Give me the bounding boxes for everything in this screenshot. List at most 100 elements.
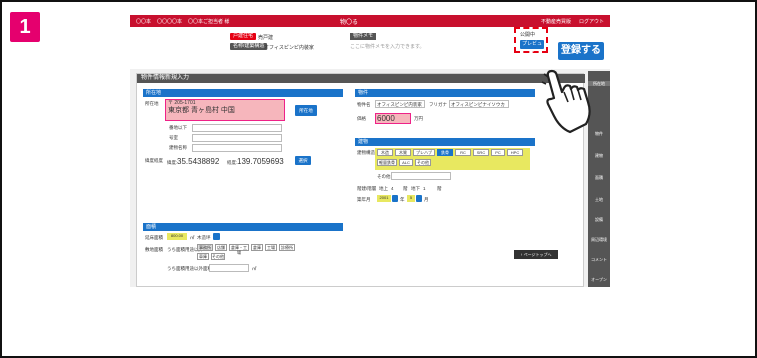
sidebar-item-area[interactable]: 面積 bbox=[588, 175, 610, 180]
below-value[interactable]: 1 bbox=[423, 186, 426, 191]
use-chip[interactable]: 事務所 bbox=[197, 244, 213, 251]
structure-chip[interactable]: その他 bbox=[415, 159, 431, 166]
other-area-input[interactable] bbox=[209, 264, 249, 272]
built-label: 築年月 bbox=[357, 197, 371, 202]
above-label: 地上 bbox=[379, 186, 388, 191]
use-chip[interactable]: 工場 bbox=[265, 244, 277, 251]
price-value: 6000 bbox=[377, 114, 395, 123]
area-unit: ㎡ bbox=[190, 235, 195, 240]
address-text: 東京都 青ヶ島村 中国 bbox=[168, 107, 235, 114]
sidebar-item-building[interactable]: 建物 bbox=[588, 153, 610, 158]
street-input[interactable] bbox=[192, 124, 282, 132]
name-value: オフィスピンピ内装家 bbox=[264, 45, 314, 51]
topbar-item[interactable]: 〇〇本 bbox=[136, 18, 151, 25]
structure-chip[interactable]: 木造 bbox=[377, 149, 393, 156]
use-chip[interactable]: 倉庫・工場 bbox=[229, 244, 249, 255]
sidebar-item-facilities[interactable]: 設備 bbox=[588, 217, 610, 222]
name-badge: 名称/建築構造 bbox=[230, 43, 268, 50]
structure-chip[interactable]: SRC bbox=[473, 149, 489, 156]
other-area-label: うち面積用途以外面積 bbox=[167, 266, 212, 271]
page-top-button[interactable]: ↑ ページトップへ bbox=[514, 250, 558, 259]
structure-label: 建物構造 bbox=[357, 150, 375, 155]
sidebar-item-open[interactable]: オープン bbox=[588, 277, 610, 282]
use-chip[interactable]: 車庫 bbox=[197, 253, 209, 260]
above-value[interactable]: 4 bbox=[391, 186, 394, 191]
sidebar-item-land[interactable]: 土地 bbox=[588, 197, 610, 202]
location-head: 所在地 bbox=[143, 89, 343, 97]
memo-label: 物件メモ bbox=[350, 33, 377, 40]
area2-label: 敷地面積 bbox=[145, 247, 163, 252]
land-head: 面積 bbox=[143, 223, 343, 231]
status-label: 公開中 bbox=[520, 32, 536, 38]
year-unit: 年 bbox=[400, 197, 405, 202]
use-chip[interactable]: 診療所 bbox=[279, 244, 295, 251]
lat-value: 35.5438892 bbox=[177, 157, 220, 166]
property-head: 物件 bbox=[355, 89, 535, 97]
structure-chip-selected[interactable]: 鉄骨 bbox=[437, 149, 453, 156]
topbar-item[interactable]: 〇〇〇〇本 bbox=[157, 18, 182, 25]
room-input[interactable] bbox=[192, 134, 282, 142]
structure-chip[interactable]: HPC bbox=[507, 149, 523, 156]
zip-text: 〒 205-1701 bbox=[168, 100, 196, 106]
building-head: 建物 bbox=[355, 138, 535, 146]
kana-value: オフィスピンピナイソウカ bbox=[451, 102, 505, 107]
structure-chip[interactable]: プレハブ bbox=[413, 149, 435, 156]
lng-prefix: 経度: bbox=[227, 160, 238, 165]
lng-value: 139.7059693 bbox=[237, 157, 284, 166]
structure-chip[interactable]: 軽量鉄骨 bbox=[377, 159, 397, 166]
below-unit: 階 bbox=[437, 186, 442, 191]
name-label: 物件名 bbox=[357, 102, 371, 107]
other-input[interactable] bbox=[391, 172, 451, 180]
other-area-unit: ㎡ bbox=[252, 266, 257, 271]
built-year[interactable]: 2001 bbox=[377, 195, 391, 202]
pointing-hand-icon bbox=[541, 68, 591, 134]
sidebar-item-comment[interactable]: コメント bbox=[588, 257, 610, 262]
type-badge: 戸建住宅 bbox=[230, 33, 257, 40]
preview-button[interactable]: プレビュー bbox=[520, 40, 544, 56]
use-chip[interactable]: 倉庫 bbox=[251, 244, 263, 251]
row-label: 番地以下 bbox=[169, 125, 187, 130]
lat-prefix: 緯度: bbox=[167, 160, 178, 165]
logout-link[interactable]: ログアウト bbox=[579, 18, 604, 25]
location-label: 所在地 bbox=[145, 101, 159, 106]
use-chip[interactable]: その他 bbox=[211, 253, 225, 260]
year-dropdown-icon[interactable] bbox=[392, 195, 398, 202]
month-dropdown-icon[interactable] bbox=[416, 195, 422, 202]
structure-chip[interactable]: 木質 bbox=[395, 149, 411, 156]
use-chip[interactable]: 店舗 bbox=[215, 244, 227, 251]
name-input-value: オフィスピンピ内装家 bbox=[377, 102, 422, 107]
app-title: 物〇る bbox=[340, 19, 359, 26]
floors-label: 階建/階層 bbox=[357, 186, 377, 191]
topbar-item[interactable]: 〇〇本ご担当者 様 bbox=[188, 18, 229, 25]
price-unit: 万円 bbox=[414, 116, 423, 121]
row-label: 号室 bbox=[169, 135, 178, 140]
top-bar: 〇〇本 〇〇〇〇本 〇〇本ご担当者 様 物〇る 不動産売買版 ログアウト bbox=[130, 15, 610, 27]
latlng-label: 緯度経度 bbox=[145, 158, 163, 163]
month-unit: 月 bbox=[424, 197, 429, 202]
step-badge: 1 bbox=[10, 12, 40, 42]
structure-chip[interactable]: PC bbox=[491, 149, 505, 156]
above-unit: 階 bbox=[403, 186, 408, 191]
memo-input[interactable]: ここに物件メモを入力できます。 bbox=[350, 43, 425, 50]
area-note: 木造坪 bbox=[197, 235, 211, 240]
structure-chip[interactable]: RC bbox=[455, 149, 471, 156]
sidebar-item-surroundings[interactable]: 周辺環境 bbox=[588, 237, 610, 242]
area-label: 延床面積 bbox=[145, 235, 163, 240]
mode-link[interactable]: 不動産売買版 bbox=[541, 18, 571, 25]
form-title: 物件情報新規入力 bbox=[137, 74, 585, 83]
row-label: 建物名称 bbox=[169, 145, 187, 150]
register-button[interactable]: 登録する bbox=[558, 42, 604, 60]
below-label: 地下 bbox=[411, 186, 420, 191]
other-label: その他 bbox=[377, 174, 391, 179]
screenshot: 〇〇本 〇〇〇〇本 〇〇本ご担当者 様 物〇る 不動産売買版 ログアウト 戸建住… bbox=[130, 15, 610, 287]
area-checkbox[interactable] bbox=[213, 233, 220, 240]
structure-chip[interactable]: ALC bbox=[399, 159, 413, 166]
area-value[interactable]: 800.00 bbox=[167, 233, 187, 240]
built-month[interactable]: 5 bbox=[407, 195, 415, 202]
kana-label: フリガナ bbox=[429, 102, 447, 107]
select-button[interactable]: 選択 bbox=[295, 156, 311, 165]
building-input[interactable] bbox=[192, 144, 282, 152]
price-label: 価格 bbox=[357, 116, 366, 121]
type-value: 売戸建 bbox=[258, 35, 274, 41]
map-button[interactable]: 所在地 bbox=[295, 105, 317, 116]
